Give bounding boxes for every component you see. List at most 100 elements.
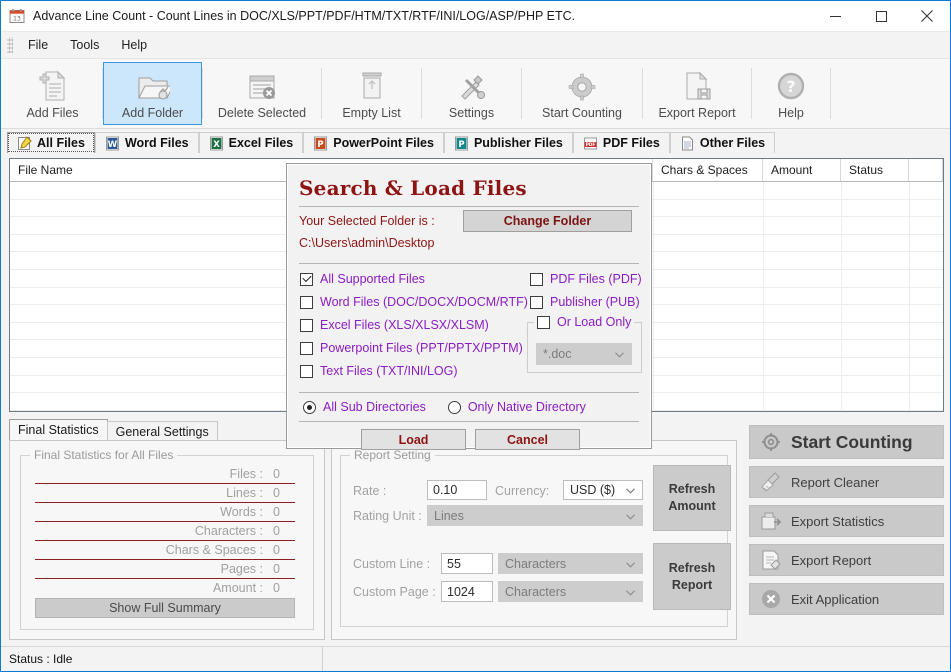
tab-general-settings[interactable]: General Settings bbox=[106, 421, 218, 442]
radio-only-native-directory[interactable]: Only Native Directory bbox=[447, 400, 586, 414]
svg-text:X: X bbox=[213, 140, 220, 150]
cancel-button-label: Cancel bbox=[507, 432, 548, 447]
tab-word-files-label: Word Files bbox=[124, 136, 189, 150]
gear-icon bbox=[566, 68, 598, 102]
export-report-icon bbox=[760, 549, 782, 571]
column-header-chars-spaces[interactable]: Chars & Spaces bbox=[653, 159, 763, 181]
tab-all-files[interactable]: All Files bbox=[7, 132, 95, 153]
pdf-icon: PDF bbox=[583, 136, 598, 151]
rate-input[interactable]: 0.10 bbox=[427, 480, 487, 500]
custom-line-label: Custom Line : bbox=[353, 557, 431, 571]
calendar-icon: 13 bbox=[9, 8, 25, 24]
toolbar-help[interactable]: ? Help bbox=[752, 62, 830, 125]
exit-application-label: Exit Application bbox=[791, 591, 880, 607]
close-button[interactable] bbox=[904, 1, 950, 31]
refresh-amount-button[interactable]: Refresh Amount bbox=[653, 465, 731, 531]
menu-help[interactable]: Help bbox=[110, 35, 158, 55]
report-setting-group-title: Report Setting bbox=[350, 448, 435, 462]
chevron-down-icon bbox=[626, 557, 635, 571]
toolbar-settings[interactable]: Settings bbox=[422, 62, 521, 125]
load-button-label: Load bbox=[398, 432, 429, 447]
column-header-status[interactable]: Status bbox=[841, 159, 909, 181]
checkbox-powerpoint-files-label: Powerpoint Files (PPT/PPTX/PPTM) bbox=[320, 341, 523, 355]
stat-label-amount: Amount : bbox=[212, 580, 263, 595]
currency-select[interactable]: USD ($) bbox=[563, 480, 643, 500]
tab-powerpoint-files[interactable]: P PowerPoint Files bbox=[303, 132, 444, 153]
svg-text:W: W bbox=[108, 140, 118, 150]
rating-unit-select[interactable]: Lines bbox=[427, 505, 643, 526]
start-counting-button[interactable]: Start Counting bbox=[749, 425, 944, 459]
radio-all-sub-directories[interactable]: All Sub Directories bbox=[303, 400, 426, 414]
menu-file[interactable]: File bbox=[17, 35, 59, 55]
radio-circle bbox=[447, 400, 461, 414]
rating-unit-label: Rating Unit : bbox=[353, 509, 422, 523]
export-statistics-button[interactable]: Export Statistics bbox=[749, 505, 944, 537]
custom-page-value: 1024 bbox=[447, 584, 475, 599]
toolbar-start-counting[interactable]: Start Counting bbox=[522, 62, 642, 125]
stat-label-files: Files : bbox=[229, 466, 263, 481]
toolbar-export-report[interactable]: Export Report bbox=[643, 62, 751, 125]
radio-only-native-directory-label: Only Native Directory bbox=[467, 400, 586, 414]
checkbox-text-files[interactable]: Text Files (TXT/INI/LOG) bbox=[300, 364, 525, 378]
toolbar-delete-selected[interactable]: Delete Selected bbox=[203, 62, 321, 125]
stat-value-files: 0 bbox=[273, 466, 280, 481]
report-cleaner-button[interactable]: Report Cleaner bbox=[749, 466, 944, 498]
maximize-button[interactable] bbox=[858, 1, 904, 31]
exit-application-button[interactable]: Exit Application bbox=[749, 583, 944, 615]
checkbox-pdf-files[interactable]: PDF Files (PDF) bbox=[530, 272, 645, 286]
checkbox-box bbox=[530, 295, 543, 309]
load-only-pattern-select[interactable]: *.doc bbox=[536, 343, 632, 365]
refresh-report-button[interactable]: Refresh Report bbox=[653, 543, 731, 610]
stat-row-chars-spaces: Chars & Spaces : 0 bbox=[35, 542, 295, 557]
checkbox-excel-files[interactable]: Excel Files (XLS/XLSX/XLSM) bbox=[300, 318, 525, 332]
excel-icon: X bbox=[209, 136, 224, 151]
checkbox-box bbox=[300, 364, 313, 378]
tab-other-files[interactable]: Other Files bbox=[669, 132, 776, 153]
svg-text:PDF: PDF bbox=[585, 142, 595, 148]
tab-final-statistics[interactable]: Final Statistics bbox=[9, 419, 108, 442]
exit-icon bbox=[760, 588, 782, 610]
tab-excel-files[interactable]: X Excel Files bbox=[198, 132, 304, 153]
final-statistics-group-title: Final Statistics for All Files bbox=[30, 448, 178, 462]
svg-text:P: P bbox=[318, 140, 324, 150]
show-full-summary-button[interactable]: Show Full Summary bbox=[35, 598, 295, 618]
toolbar-add-files[interactable]: Add Files bbox=[3, 62, 102, 125]
load-button[interactable]: Load bbox=[361, 429, 466, 450]
checkbox-powerpoint-files[interactable]: Powerpoint Files (PPT/PPTX/PPTM) bbox=[300, 341, 525, 355]
stat-row-amount: Amount : 0 bbox=[35, 580, 295, 595]
stat-label-characters: Characters : bbox=[194, 523, 263, 538]
stat-row-pages: Pages : 0 bbox=[35, 561, 295, 576]
tab-all-files-label: All Files bbox=[37, 136, 85, 150]
toolbar-add-folder[interactable]: Add Folder bbox=[103, 62, 202, 125]
chevron-down-icon bbox=[626, 585, 635, 599]
column-header-amount[interactable]: Amount bbox=[763, 159, 841, 181]
load-only-pattern-value: *.doc bbox=[543, 347, 572, 361]
checkbox-text-files-label: Text Files (TXT/INI/LOG) bbox=[320, 364, 458, 378]
minimize-button[interactable] bbox=[812, 1, 858, 31]
window-title: Advance Line Count - Count Lines in DOC/… bbox=[33, 9, 576, 23]
report-setting-group: Report Setting Rate : 0.10 Currency: USD… bbox=[340, 448, 731, 627]
change-folder-button[interactable]: Change Folder bbox=[463, 210, 632, 232]
cancel-button[interactable]: Cancel bbox=[475, 429, 580, 450]
tab-publisher-files[interactable]: P Publisher Files bbox=[443, 132, 573, 153]
custom-page-unit-select[interactable]: Characters bbox=[498, 581, 643, 602]
toolbar-empty-list[interactable]: Empty List bbox=[322, 62, 421, 125]
custom-page-input[interactable]: 1024 bbox=[441, 581, 493, 602]
checkbox-word-files-label: Word Files (DOC/DOCX/DOCM/RTF) bbox=[320, 295, 528, 309]
tab-word-files[interactable]: W Word Files bbox=[94, 132, 199, 153]
export-report-button[interactable]: Export Report bbox=[749, 544, 944, 576]
toolbar-empty-list-label: Empty List bbox=[342, 105, 401, 120]
toolbar-add-files-label: Add Files bbox=[26, 105, 79, 120]
checkbox-all-supported-files[interactable]: All Supported Files bbox=[300, 272, 525, 286]
tab-pdf-files-label: PDF Files bbox=[602, 136, 660, 150]
menu-tools[interactable]: Tools bbox=[59, 35, 110, 55]
tab-pdf-files[interactable]: PDF PDF Files bbox=[572, 132, 670, 153]
checkbox-or-load-only[interactable]: Or Load Only bbox=[534, 315, 635, 329]
checkbox-publisher-files[interactable]: Publisher (PUB) bbox=[530, 295, 645, 309]
custom-line-unit-select[interactable]: Characters bbox=[498, 553, 643, 574]
powerpoint-icon: P bbox=[313, 136, 328, 151]
rate-label: Rate : bbox=[353, 484, 387, 498]
checkbox-word-files[interactable]: Word Files (DOC/DOCX/DOCM/RTF) bbox=[300, 295, 528, 309]
publisher-icon: P bbox=[454, 136, 469, 151]
custom-line-input[interactable]: 55 bbox=[441, 553, 493, 574]
